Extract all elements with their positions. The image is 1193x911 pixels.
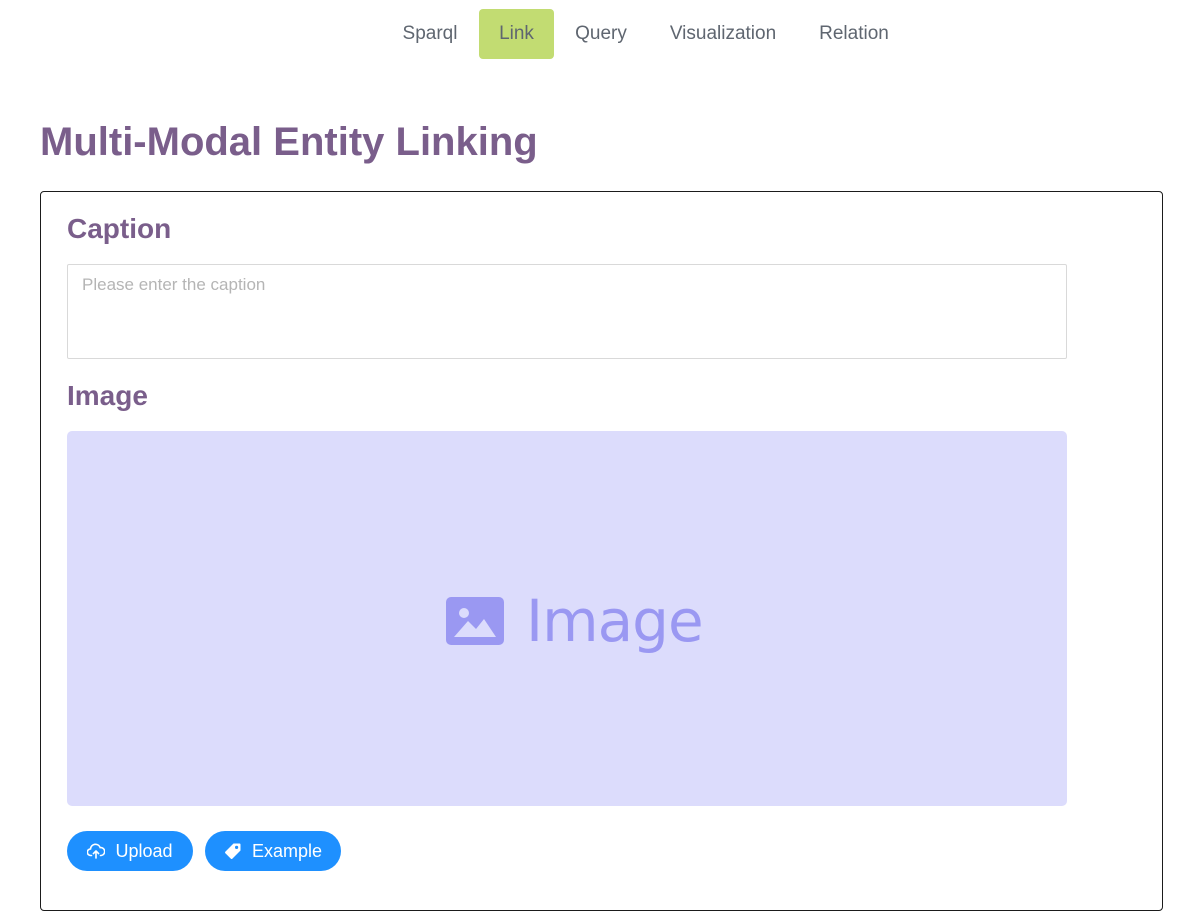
caption-input[interactable] bbox=[67, 264, 1067, 359]
caption-heading: Caption bbox=[67, 213, 172, 244]
nav-item-link[interactable]: Link bbox=[479, 9, 554, 59]
upload-button-label: Upload bbox=[115, 840, 173, 861]
upload-button[interactable]: Upload bbox=[67, 831, 193, 871]
nav-item-relation[interactable]: Relation bbox=[806, 9, 902, 59]
nav-item-query[interactable]: Query bbox=[562, 9, 640, 59]
image-drop-area[interactable]: Image bbox=[67, 431, 1067, 806]
example-button-label: Example bbox=[251, 840, 323, 861]
linking-panel: Caption Image Image Upload Example bbox=[40, 191, 1163, 911]
image-heading: Image bbox=[67, 380, 148, 411]
image-placeholder: Image bbox=[446, 585, 704, 657]
top-nav: Sparql Link Query Visualization Relation bbox=[0, 9, 1193, 59]
nav-item-sparql[interactable]: Sparql bbox=[390, 9, 470, 59]
image-icon bbox=[446, 597, 504, 645]
tag-icon bbox=[224, 843, 241, 859]
page-title: Multi-Modal Entity Linking bbox=[40, 120, 538, 164]
cloud-upload-icon bbox=[87, 843, 106, 859]
example-button[interactable]: Example bbox=[205, 831, 341, 871]
nav-item-visualization[interactable]: Visualization bbox=[655, 9, 791, 59]
image-placeholder-label: Image bbox=[526, 587, 704, 655]
